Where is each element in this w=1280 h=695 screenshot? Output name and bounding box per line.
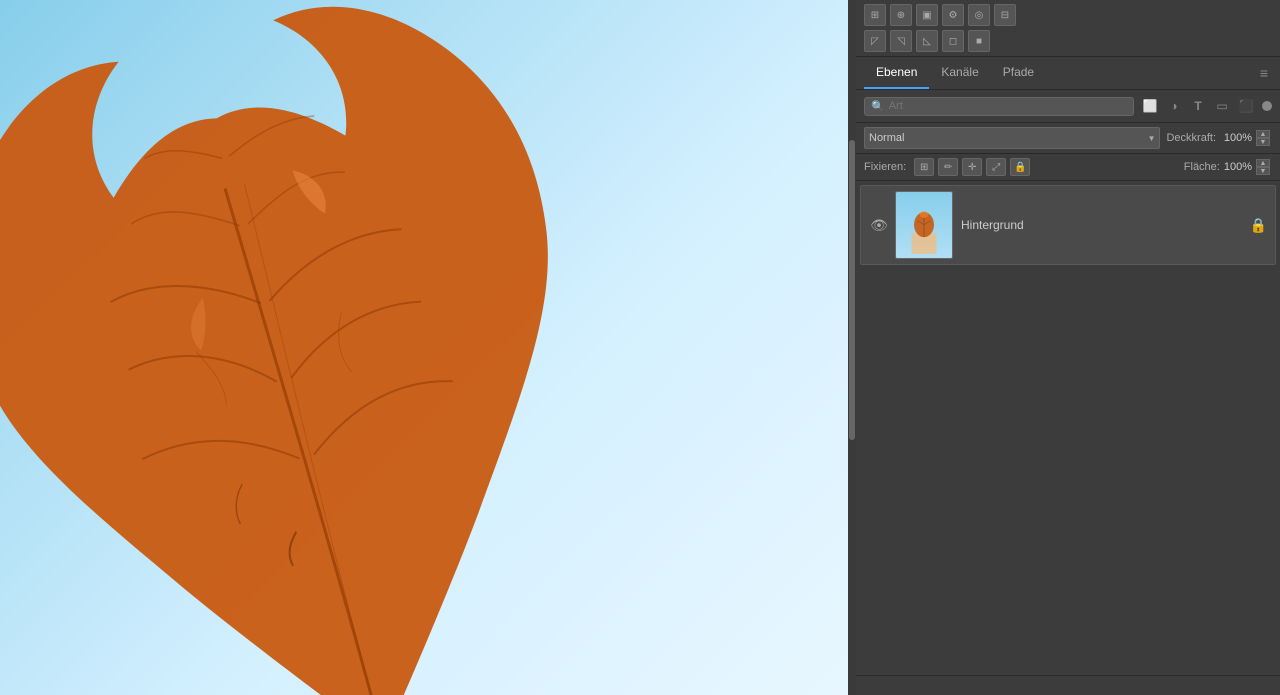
hue-icon[interactable]: ◺ (916, 30, 938, 52)
layer-item[interactable]: 👁 Hintergrund 🔒 (860, 185, 1276, 265)
fill-value: 100% (1224, 161, 1252, 173)
table-icon[interactable]: ⊟ (994, 4, 1016, 26)
frame-icon[interactable]: ▣ (916, 4, 938, 26)
filter-indicator (1262, 101, 1272, 111)
grid-icon[interactable]: ⊞ (864, 4, 886, 26)
type-filter-icon[interactable]: T (1188, 96, 1208, 116)
opacity-group: Deckkraft: 100% ▲ ▼ (1166, 130, 1272, 146)
toolbar-row2: ◸ ◹ ◺ ◻ ■ (864, 30, 1272, 52)
layers-bottom (856, 675, 1280, 695)
opacity-up[interactable]: ▲ (1256, 130, 1270, 138)
globe-icon[interactable]: ◎ (968, 4, 990, 26)
fill-up[interactable]: ▲ (1256, 159, 1270, 167)
fill-icon[interactable]: ■ (968, 30, 990, 52)
fill-spinner[interactable]: ▲ ▼ (1256, 159, 1272, 175)
lock-label: Fixieren: (864, 161, 906, 173)
pixel-filter-icon[interactable]: ⬜ (1140, 96, 1160, 116)
search-box[interactable]: 🔍 (864, 97, 1134, 116)
tabs-bar: Ebenen Kanäle Pfade ≡ (856, 57, 1280, 90)
checkerboard-lock-icon[interactable]: ⊞ (914, 158, 934, 176)
fill-group: Fläche: 100% ▲ ▼ (1184, 159, 1272, 175)
canvas-image (0, 0, 848, 695)
search-icon: 🔍 (871, 100, 885, 113)
layers-panel: Ebenen Kanäle Pfade ≡ 🔍 ⬜ ◑ T ▭ ⬛ Normal (856, 57, 1280, 695)
smart-filter-icon[interactable]: ⬛ (1236, 96, 1256, 116)
scrollbar-thumb[interactable] (849, 140, 855, 440)
opacity-label: Deckkraft: (1166, 132, 1216, 144)
eye-icon: 👁 (870, 217, 888, 234)
layer-name: Hintergrund (961, 218, 1246, 232)
tab-pfade[interactable]: Pfade (991, 57, 1046, 89)
layers-list: 👁 Hintergrund 🔒 (856, 181, 1280, 675)
tab-ebenen[interactable]: Ebenen (864, 57, 929, 89)
thumb-leaf-svg (904, 208, 944, 258)
tab-kanaele[interactable]: Kanäle (929, 57, 990, 89)
blend-mode-row: Normal ▼ Deckkraft: 100% ▲ ▼ (856, 123, 1280, 154)
opacity-down[interactable]: ▼ (1256, 138, 1270, 146)
levels-icon[interactable]: ◹ (890, 30, 912, 52)
toolbar-row1: ⊞ ⊕ ▣ ⚙ ◎ ⊟ (864, 4, 1272, 26)
search-input[interactable] (889, 100, 1127, 112)
opacity-value: 100% (1220, 132, 1252, 144)
fill-label: Fläche: (1184, 161, 1220, 173)
fill-down[interactable]: ▼ (1256, 167, 1270, 175)
position-lock-icon[interactable]: ⤢ (986, 158, 1006, 176)
autumn-leaf (0, 0, 580, 695)
blend-mode-arrow: ▼ (1148, 134, 1156, 143)
layer-visibility-toggle[interactable]: 👁 (869, 215, 889, 235)
brush-lock-icon[interactable]: ✏ (938, 158, 958, 176)
filter-icons: ⬜ ◑ T ▭ ⬛ (1140, 96, 1256, 116)
exposure-icon[interactable]: ◻ (942, 30, 964, 52)
settings-icon[interactable]: ⚙ (942, 4, 964, 26)
layer-lock-icon: 🔒 (1250, 217, 1267, 234)
canvas-scrollbar[interactable] (848, 0, 856, 695)
search-row: 🔍 ⬜ ◑ T ▭ ⬛ (856, 90, 1280, 123)
layer-thumbnail (895, 191, 953, 259)
adjust-icon[interactable]: ⊕ (890, 4, 912, 26)
lock-row: Fixieren: ⊞ ✏ ✛ ⤢ 🔒 Fläche: 100% ▲ ▼ (856, 154, 1280, 181)
right-panel: ⊞ ⊕ ▣ ⚙ ◎ ⊟ ◸ ◹ ◺ ◻ ■ Ebenen Kanäle Pfad… (856, 0, 1280, 695)
top-toolbar: ⊞ ⊕ ▣ ⚙ ◎ ⊟ ◸ ◹ ◺ ◻ ■ (856, 0, 1280, 57)
move-lock-icon[interactable]: ✛ (962, 158, 982, 176)
adjustment-filter-icon[interactable]: ◑ (1164, 96, 1184, 116)
blend-mode-dropdown[interactable]: Normal ▼ (864, 127, 1160, 149)
curves-icon[interactable]: ◸ (864, 30, 886, 52)
artboard-lock-icon[interactable]: 🔒 (1010, 158, 1030, 176)
opacity-spinner[interactable]: ▲ ▼ (1256, 130, 1272, 146)
shape-filter-icon[interactable]: ▭ (1212, 96, 1232, 116)
blend-mode-value: Normal (869, 132, 904, 144)
lock-icons: ⊞ ✏ ✛ ⤢ 🔒 (914, 158, 1030, 176)
canvas-area (0, 0, 848, 695)
tabs-menu-icon[interactable]: ≡ (1256, 61, 1272, 85)
